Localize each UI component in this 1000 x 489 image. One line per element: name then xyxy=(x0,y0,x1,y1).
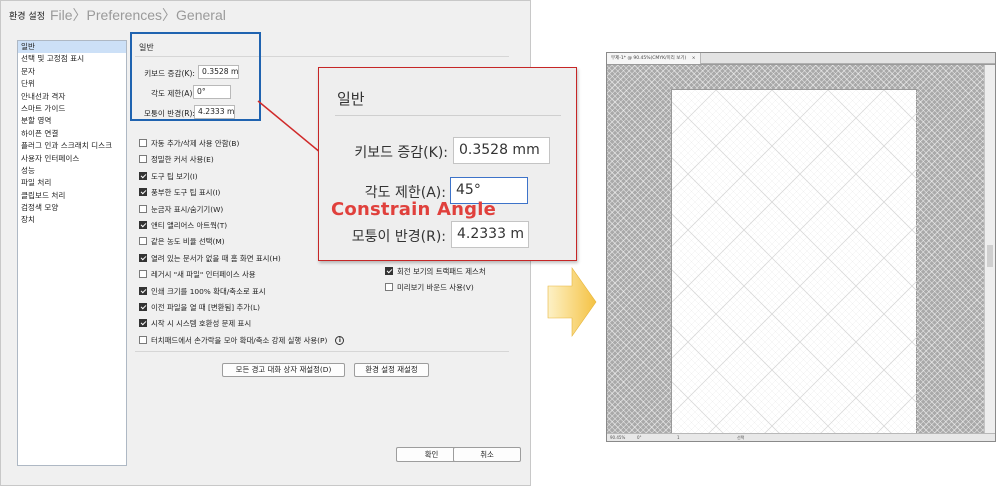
document-tab-bar: 무제-1* @ 90.45%(CMYK/미리 보기) × xyxy=(607,53,995,64)
buttons-divider xyxy=(135,351,509,352)
dialog-title: 환경 설정 xyxy=(9,12,45,22)
callout-radius-input[interactable]: 4.2333 m xyxy=(451,221,529,248)
checkbox-row[interactable]: 이전 파일을 열 때 [변환됨] 추가(L) xyxy=(139,302,260,314)
checkbox-row[interactable]: 미리보기 바운드 사용(V) xyxy=(385,282,474,294)
checkbox-label: 미리보기 바운드 사용(V) xyxy=(397,283,474,293)
cancel-button[interactable]: 취소 xyxy=(453,447,521,462)
checkbox-row[interactable]: 인쇄 크기를 100% 확대/축소로 표시 xyxy=(139,286,266,298)
checkbox-checked[interactable] xyxy=(139,286,147,295)
document-tab-label: 무제-1* @ 90.45%(CMYK/미리 보기) xyxy=(611,56,687,61)
category-item[interactable]: 성능 xyxy=(18,165,126,177)
checkbox-row[interactable]: 앤티 앨리어스 아트웍(T) xyxy=(139,220,227,232)
checkbox-label: 자동 추가/삭제 사용 안함(B) xyxy=(151,139,240,148)
checkbox-label: 앤티 앨리어스 아트웍(T) xyxy=(151,221,228,230)
category-item[interactable]: 단위 xyxy=(18,78,126,90)
callout-group-title: 일반 xyxy=(337,90,365,108)
scroll-thumb[interactable] xyxy=(987,245,993,267)
category-item[interactable]: 문자 xyxy=(18,66,126,78)
checkbox-label: 인쇄 크기를 100% 확대/축소로 표시 xyxy=(151,286,266,296)
category-item[interactable]: 사용자 인터페이스 xyxy=(18,153,126,165)
arrow-right-icon xyxy=(547,267,597,337)
category-item[interactable]: 검정색 모양 xyxy=(18,202,126,214)
checkbox-row[interactable]: 정밀한 커서 사용(E) xyxy=(139,154,214,166)
status-zoom[interactable]: 90.45% xyxy=(610,434,625,442)
checkbox-checked[interactable] xyxy=(139,171,147,180)
zoom-callout: 일반 키보드 증감(K): 0.3528 mm 각도 제한(A): 45° 모퉁… xyxy=(318,67,577,261)
checkbox-row[interactable]: 시작 시 시스템 호환성 문제 표시 xyxy=(139,318,251,330)
vertical-scrollbar[interactable] xyxy=(984,65,995,434)
checkbox-row[interactable]: 도구 팁 보기(I) xyxy=(139,171,198,183)
checkbox-row[interactable]: 같은 농도 비율 선택(M) xyxy=(139,236,225,248)
checkbox-label: 같은 농도 비율 선택(M) xyxy=(151,237,225,247)
category-item[interactable]: 분할 영역 xyxy=(18,115,126,127)
checkbox-label: 회전 보기의 트랙패드 제스처 xyxy=(397,267,486,276)
reset-preferences-button[interactable]: 환경 설정 재설정 xyxy=(354,363,429,377)
category-item[interactable]: 플러그 인과 스크래치 디스크 xyxy=(18,140,126,152)
category-item[interactable]: 클립보드 처리 xyxy=(18,190,126,202)
category-item[interactable]: 파일 처리 xyxy=(18,177,126,189)
callout-keyboard-input[interactable]: 0.3528 mm xyxy=(453,137,550,164)
category-item[interactable]: 일반 xyxy=(18,41,126,54)
status-page[interactable]: 1 xyxy=(677,434,680,442)
checkbox-row[interactable]: 회전 보기의 트랙패드 제스처 xyxy=(385,266,486,278)
checkbox-label: 시작 시 시스템 호환성 문제 표시 xyxy=(151,319,252,329)
checkbox-unchecked[interactable] xyxy=(139,155,147,164)
category-item[interactable]: 선택 및 고정점 표시 xyxy=(18,53,126,65)
checkbox-row[interactable]: 풍부한 도구 팁 표시(I) xyxy=(139,187,220,199)
highlight-box xyxy=(130,32,261,121)
status-angle[interactable]: 0° xyxy=(637,434,642,442)
category-item[interactable]: 안내선과 격자 xyxy=(18,91,126,103)
stage: 환경 설정 File〉Preferences〉General 일반 선택 및 고정… xyxy=(0,0,1000,489)
checkbox-label: 터치패드에서 손가락을 모아 확대/축소 강제 실행 사용(P) xyxy=(151,335,328,345)
canvas-pasteboard[interactable] xyxy=(0,65,1000,439)
checkbox-row[interactable]: 자동 추가/삭제 사용 안함(B) xyxy=(139,138,239,150)
checkbox-label: 도구 팁 보기(I) xyxy=(151,171,198,181)
checkbox-unchecked[interactable] xyxy=(139,204,147,213)
checkbox-label: 열려 있는 문서가 없을 때 홈 화면 표시(H) xyxy=(151,253,281,263)
checkbox-checked[interactable] xyxy=(139,253,147,262)
checkbox-label: 정밀한 커서 사용(E) xyxy=(151,155,214,165)
category-list: 일반 선택 및 고정점 표시 문자 단위 안내선과 격자 스마트 가이드 분할 영역 하이픈 … xyxy=(17,40,127,466)
checkbox-checked[interactable] xyxy=(139,303,147,311)
canvas-window: 무제-1* @ 90.45%(CMYK/미리 보기) × 90.45% 0° 1… xyxy=(0,52,1000,442)
category-item[interactable]: 스마트 가이드 xyxy=(18,103,126,115)
checkbox-label: 이전 파일을 열 때 [변환됨] 추가(L) xyxy=(151,303,260,312)
checkbox-row[interactable]: 터치패드에서 손가락을 모아 확대/축소 강제 실행 사용(P) i xyxy=(139,335,345,347)
callout-keyboard-label: 키보드 증감(K): xyxy=(354,145,448,161)
checkbox-label: 레거시 "새 파일" 인터페이스 사용 xyxy=(151,270,256,280)
checkbox-row[interactable]: 열려 있는 문서가 없을 때 홈 화면 표시(H) xyxy=(139,253,281,265)
info-icon[interactable]: i xyxy=(335,336,345,346)
checkbox-checked[interactable] xyxy=(139,319,147,328)
callout-divider xyxy=(335,115,561,116)
callout-radius-label: 모퉁이 반경(R): xyxy=(351,229,446,245)
checkbox-label: 눈금자 표시/숨기기(W) xyxy=(151,204,224,214)
checkbox-checked[interactable] xyxy=(139,188,147,197)
checkbox-row[interactable]: 눈금자 표시/숨기기(W) xyxy=(139,204,223,216)
reset-warnings-button[interactable]: 모든 경고 대화 상자 재설정(D) xyxy=(222,363,345,377)
checkbox-unchecked[interactable] xyxy=(139,237,147,246)
checkbox-checked[interactable] xyxy=(385,267,393,275)
checkbox-unchecked[interactable] xyxy=(385,283,393,292)
checkbox-unchecked[interactable] xyxy=(139,335,147,344)
checkbox-label: 풍부한 도구 팁 표시(I) xyxy=(151,188,221,198)
checkbox-row[interactable]: 레거시 "새 파일" 인터페이스 사용 xyxy=(139,269,256,281)
category-item[interactable]: 장치 xyxy=(18,214,126,226)
category-item[interactable]: 하이픈 연결 xyxy=(18,128,126,140)
checkbox-unchecked[interactable] xyxy=(139,270,147,279)
close-icon[interactable]: × xyxy=(692,56,696,61)
status-tool: 선택 xyxy=(737,435,745,440)
constrain-angle-note: Constrain Angle xyxy=(331,199,496,220)
document-tab[interactable]: 무제-1* @ 90.45%(CMYK/미리 보기) × xyxy=(607,53,701,64)
menu-path-annotation: File〉Preferences〉General xyxy=(50,7,226,23)
status-bar: 90.45% 0° 1 선택 xyxy=(607,433,995,441)
checkbox-unchecked[interactable] xyxy=(139,139,147,147)
checkbox-checked[interactable] xyxy=(139,221,147,229)
artboard[interactable] xyxy=(0,89,1000,439)
diagonal-grid xyxy=(0,89,1000,439)
